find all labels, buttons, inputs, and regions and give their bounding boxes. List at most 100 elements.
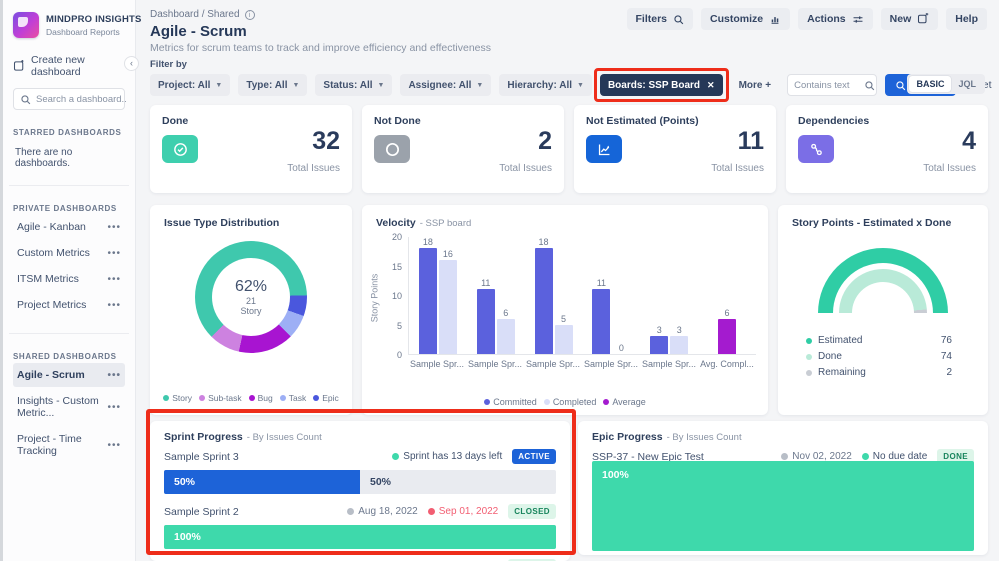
item-menu-icon[interactable]: •••	[107, 222, 121, 233]
donut-legend: Story Sub-task Bug Task Epic	[150, 393, 352, 403]
filter-chip-assignee[interactable]: Assignee: All ▼	[400, 74, 492, 96]
progress-fill: 50%	[164, 470, 360, 494]
stat-value: 2	[538, 127, 552, 155]
page-title: Agile - Scrum	[150, 23, 247, 40]
issue-type-distribution-card: Issue Type Distribution 62% 21 Story Sto…	[150, 205, 352, 415]
actions-button[interactable]: Actions	[798, 8, 873, 30]
sidebar-collapse-button[interactable]: ‹	[124, 56, 139, 71]
sidebar-item-agile-kanban[interactable]: Agile - Kanban •••	[13, 215, 125, 239]
bar-group: 6	[698, 237, 756, 354]
filter-by-label: Filter by	[150, 59, 187, 70]
y-axis-tick: 10	[391, 291, 402, 301]
legend-item[interactable]: Estimated 76	[806, 335, 952, 346]
info-icon[interactable]: i	[244, 9, 255, 20]
sidebar-search-input[interactable]	[36, 93, 126, 105]
bar-value-label: 18	[538, 236, 549, 247]
sprint-progress-card: Sprint Progress - By Issues Count Sample…	[150, 421, 570, 561]
sidebar-item-agile-scrum[interactable]: Agile - Scrum •••	[13, 363, 125, 387]
progress-rest-label: 50%	[370, 476, 392, 488]
help-button[interactable]: Help	[946, 8, 987, 30]
donut-center: 62% 21 Story	[212, 258, 290, 336]
search-icon	[895, 80, 906, 91]
chart-subtitle: - By Issues Count	[666, 432, 742, 443]
shared-section-title: SHARED DASHBOARDS	[13, 352, 117, 361]
sidebar-item-insights-custom-metrics[interactable]: Insights - Custom Metric... •••	[13, 389, 125, 425]
filter-chips: Project: All ▼ Type: All ▼ Status: All ▼ As…	[150, 68, 992, 102]
legend-item[interactable]: Sub-task	[199, 393, 242, 403]
sidebar-item-custom-metrics[interactable]: Custom Metrics •••	[13, 241, 125, 265]
filter-chip-boards[interactable]: Boards: SSP Board ✕	[599, 74, 723, 96]
chevron-down-icon: ▼	[476, 81, 484, 89]
brand-logo-icon	[13, 12, 39, 38]
sidebar-item-project-time-tracking[interactable]: Project - Time Tracking •••	[13, 427, 125, 463]
legend-value: 76	[940, 335, 952, 346]
item-menu-icon[interactable]: •••	[107, 440, 121, 451]
customize-button[interactable]: Customize	[701, 8, 791, 30]
donut-center-count: 21	[245, 296, 256, 306]
legend-item[interactable]: Bug	[248, 393, 273, 403]
sliders-icon	[852, 14, 864, 25]
check-circle-icon	[162, 135, 198, 163]
bar-value-label: 0	[618, 343, 624, 353]
bar-value-label: 11	[481, 278, 491, 289]
chart-title: Epic Progress	[592, 431, 663, 443]
filter-chip-status[interactable]: Status: All ▼	[315, 74, 393, 96]
legend-dot	[279, 395, 286, 401]
contains-text-field[interactable]	[787, 74, 878, 96]
contains-text-input[interactable]	[794, 79, 865, 91]
sprint-row-header: Sample Sprint 3 Sprint has 13 days left …	[164, 449, 556, 464]
new-window-icon	[917, 13, 929, 25]
bar-value-label: 6	[503, 307, 509, 318]
legend-item[interactable]: Committed	[484, 397, 537, 407]
legend-value: 2	[946, 367, 952, 378]
chart-subtitle: - SSP board	[419, 218, 472, 229]
item-menu-icon[interactable]: •••	[107, 274, 121, 285]
item-menu-icon[interactable]: •••	[107, 402, 121, 413]
legend-dot	[163, 395, 170, 401]
bar-group: 11 0	[582, 237, 640, 354]
close-icon[interactable]: ✕	[707, 80, 715, 91]
legend-item[interactable]: Completed	[543, 397, 596, 407]
query-mode-toggle: BASIC JQL	[907, 74, 985, 94]
x-axis-label: Avg. Compl...	[700, 359, 754, 369]
starred-empty-text: There are no dashboards.	[15, 147, 73, 169]
filters-button[interactable]: Filters	[626, 8, 694, 30]
legend-item[interactable]: Done 74	[806, 351, 952, 362]
more-filters-button[interactable]: More +	[731, 74, 780, 96]
legend-dot	[484, 399, 491, 405]
filter-chip-type[interactable]: Type: All ▼	[238, 74, 308, 96]
stat-value: 11	[737, 127, 764, 155]
legend-item[interactable]: Story	[163, 393, 192, 403]
sidebar-item-itsm-metrics[interactable]: ITSM Metrics •••	[13, 267, 125, 291]
legend-item[interactable]: Epic	[313, 393, 339, 403]
legend-dot	[806, 337, 812, 344]
epic-progress-card: Epic Progress - By Issues Count SSP-37 -…	[578, 421, 988, 555]
item-menu-icon[interactable]: •••	[107, 248, 121, 259]
stat-card-done: Done 32 Total Issues	[150, 105, 352, 193]
legend-item[interactable]: Average	[603, 397, 646, 407]
sidebar-item-project-metrics[interactable]: Project Metrics •••	[13, 293, 125, 317]
item-menu-icon[interactable]: •••	[107, 300, 121, 311]
start-date-dot	[347, 508, 355, 515]
item-menu-icon[interactable]: •••	[107, 370, 121, 381]
filter-chip-project[interactable]: Project: All ▼	[150, 74, 231, 96]
gauge-legend: Estimated 76 Done 74 Remaining 2	[806, 330, 952, 378]
stat-card-not-estimated: Not Estimated (Points) 11 Total Issues	[574, 105, 776, 193]
chart-title: Issue Type Distribution	[164, 217, 280, 229]
legend-item[interactable]: Task	[279, 393, 306, 403]
chart-title: Story Points - Estimated x Done	[792, 217, 952, 229]
jql-mode-button[interactable]: JQL	[951, 76, 983, 92]
basic-mode-button[interactable]: BASIC	[909, 76, 952, 92]
sprint-row-header: Sample Sprint 2 Aug 18, 2022 Sep 01, 202…	[164, 504, 556, 519]
new-button[interactable]: New	[880, 8, 939, 30]
x-axis-label: Sample Spr...	[409, 359, 465, 369]
sprint-progress-bar: 50% 50%	[164, 470, 556, 494]
sidebar-search[interactable]	[13, 88, 126, 110]
create-new-dashboard-button[interactable]: Create new dashboard	[13, 54, 125, 78]
x-axis-label: Sample Spr...	[583, 359, 639, 369]
end-date-dot	[427, 508, 435, 515]
stat-value: 32	[312, 127, 340, 155]
x-axis-label: Sample Spr...	[467, 359, 523, 369]
filter-chip-hierarchy[interactable]: Hierarchy: All ▼	[499, 74, 592, 96]
legend-item[interactable]: Remaining 2	[806, 367, 952, 378]
